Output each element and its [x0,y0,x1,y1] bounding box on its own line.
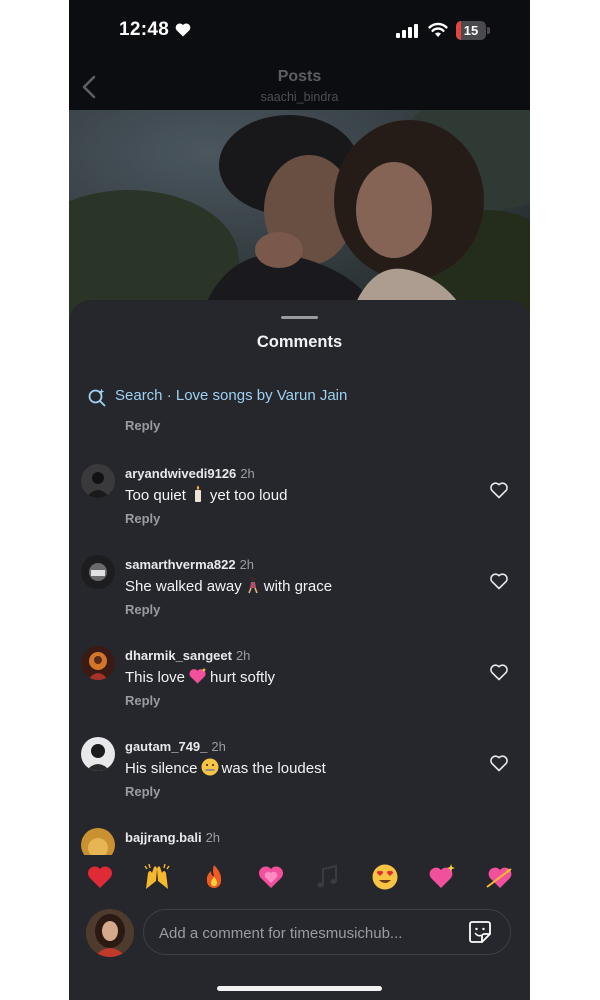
comment-time: 2h [240,466,255,481]
sticker-icon[interactable] [467,919,493,945]
comment-username[interactable]: aryandwivedi9126 2h [125,466,255,481]
comment-time: 2h [211,739,226,754]
status-bar: 12:48 15 [69,0,530,60]
battery-indicator: 15 [456,21,490,40]
candle-emoji [189,485,207,507]
reply-button[interactable]: Reply [125,784,160,799]
video-preview[interactable] [69,110,530,320]
comment-time: 2h [239,557,255,572]
comment-time: 2h [205,830,221,845]
drag-handle[interactable] [281,316,318,319]
comment-item: dharmik_sangeet 2h This love hurt softly R… [69,646,530,726]
walking-woman-emoji [245,576,261,598]
comment-username[interactable]: bajjrang.bali 2h [125,830,220,845]
home-indicator[interactable] [217,986,382,991]
comment-box [143,909,511,956]
page-subtitle: saachi_bindra [260,90,339,104]
comment-username[interactable]: gautam_749_ 2h [125,739,226,754]
comment-text: She walked away with grace [125,576,332,598]
reply-button[interactable]: Reply [125,602,160,617]
sparkling-heart-emoji [188,667,207,689]
comment-text: Too quiet yet too loud [125,485,287,507]
reaction-bar [69,855,530,899]
red-heart-reaction[interactable] [86,863,114,891]
reply-button[interactable]: Reply [125,511,160,526]
comments-title: Comments [256,333,343,351]
zipper-mouth-emoji [201,758,219,780]
wifi-icon [428,22,448,37]
musical-notes-reaction[interactable] [314,863,342,891]
comment-item: gautam_749_ 2h His silence was the loudest… [69,737,530,817]
comment-item: aryandwivedi9126 2h Too quiet yet too loud… [69,464,530,544]
comment-time: 2h [235,648,251,663]
avatar[interactable] [81,646,115,680]
like-heart-icon[interactable] [489,663,509,681]
video-frame-image [69,110,530,320]
heart-with-arrow-reaction[interactable] [485,863,513,891]
like-heart-icon[interactable] [489,754,509,772]
avatar[interactable] [81,464,115,498]
current-user-avatar[interactable] [86,909,134,957]
fire-reaction[interactable] [200,863,228,891]
heart-icon [175,23,191,37]
reply-button[interactable]: Reply [125,418,160,433]
like-heart-icon[interactable] [489,572,509,590]
cellular-signal-icon [396,24,418,38]
growing-heart-reaction[interactable] [257,863,285,891]
page-title: Posts [277,68,322,85]
reply-button[interactable]: Reply [125,693,160,708]
comment-input[interactable] [157,910,461,956]
avatar[interactable] [81,555,115,589]
comment-username[interactable]: samarthverma822 2h [125,557,254,572]
phone-screen: 12:48 15 Posts saachi_bindra Comments Se… [69,0,530,1000]
search-sparkle-icon [88,388,106,407]
comment-text: His silence was the loudest [125,758,326,780]
like-heart-icon[interactable] [489,481,509,499]
status-time: 12:48 [119,19,170,40]
battery-level: 15 [463,23,479,38]
comment-username[interactable]: dharmik_sangeet 2h [125,648,250,663]
sparkling-heart-reaction[interactable] [428,863,456,891]
avatar[interactable] [81,737,115,771]
comment-text: This love hurt softly [125,667,275,689]
comment-item: samarthverma822 2h She walked away with gr… [69,555,530,635]
heart-eyes-reaction[interactable] [371,863,399,891]
search-suggestion-text: Search · Love songs by Varun Jain [115,387,348,404]
comment-composer [69,903,530,963]
raising-hands-reaction[interactable] [143,863,171,891]
